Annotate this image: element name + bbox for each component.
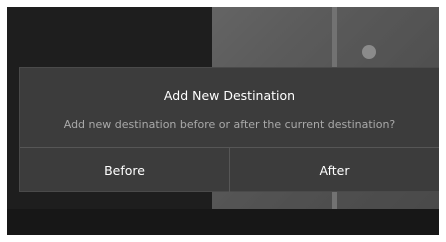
dialog-message: Add new destination before or after the … — [63, 118, 396, 131]
navigation-screen: Add New Destination Add new destination … — [7, 7, 439, 235]
after-button[interactable]: After — [229, 148, 439, 192]
dialog-button-row: Before After — [20, 147, 439, 192]
dialog-title: Add New Destination — [163, 88, 296, 103]
before-button[interactable]: Before — [20, 148, 229, 192]
add-destination-dialog: Add New Destination Add new destination … — [19, 67, 439, 192]
